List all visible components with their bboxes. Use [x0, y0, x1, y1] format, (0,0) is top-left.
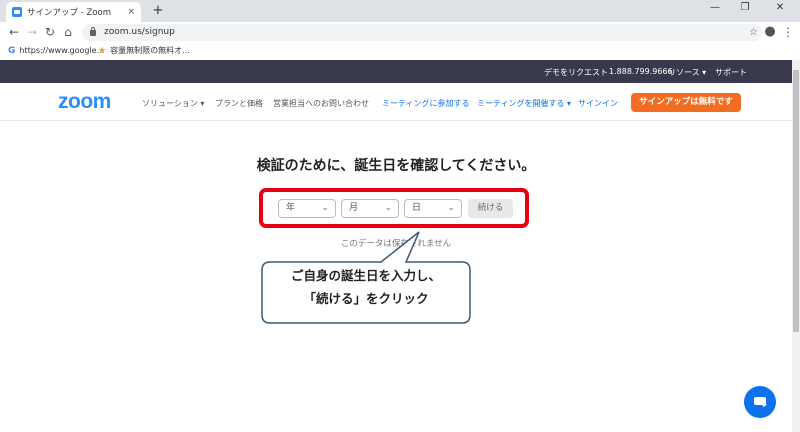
menu-dots-icon[interactable]: ⋮	[780, 24, 796, 40]
data-not-saved-note: このデータは保存されません	[340, 239, 452, 249]
url-text: zoom.us/signup	[104, 27, 175, 37]
callout-line-2: 「続ける」をクリック	[303, 291, 429, 306]
highlight-annotation-box	[259, 188, 529, 228]
zoom-top-bar: デモをリクエスト 1.888.799.9666 リソース ▾ サポート	[0, 60, 792, 83]
google-icon: G	[8, 46, 16, 56]
page-heading: 検証のために、誕生日を確認してください。	[256, 158, 536, 174]
callout-line-1: ご自身の誕生日を入力し、	[290, 268, 441, 283]
page-scrollbar[interactable]	[792, 60, 800, 432]
close-window-button[interactable]: ✕	[765, 2, 795, 13]
browser-toolbar: ← → ↻ ⌂ zoom.us/signup ☆ ● ⋮	[0, 22, 800, 42]
phone-number: 1.888.799.9666	[609, 67, 673, 76]
tab-title: サインアップ - Zoom	[27, 8, 111, 18]
support-link[interactable]: サポート	[715, 67, 747, 78]
request-demo-link[interactable]: デモをリクエスト	[544, 67, 608, 78]
maximize-button[interactable]: ❐	[730, 2, 760, 13]
back-arrow-icon[interactable]: ←	[6, 24, 22, 40]
signin-link[interactable]: サインイン	[578, 98, 618, 109]
lock-icon	[90, 26, 96, 36]
zoom-favicon-icon	[12, 7, 22, 17]
star-bookmark-icon: ★	[98, 46, 107, 56]
bookmark-label: https://www.google...	[19, 46, 105, 55]
account-icon[interactable]: ●	[762, 24, 778, 40]
reload-icon[interactable]: ↻	[42, 24, 58, 40]
zoom-logo[interactable]: zoom	[58, 90, 111, 114]
browser-tab[interactable]: サインアップ - Zoom ×	[6, 2, 141, 22]
bookmark-label: 容量無制限の無料オ...	[110, 46, 190, 55]
home-icon[interactable]: ⌂	[60, 24, 76, 40]
callout-text: ご自身の誕生日を入力し、 「続ける」をクリック	[262, 264, 470, 310]
bookmark-star-icon[interactable]: ☆	[749, 24, 758, 41]
forward-arrow-icon[interactable]: →	[24, 24, 40, 40]
address-bar[interactable]: zoom.us/signup ☆	[82, 24, 762, 41]
tab-bar: サインアップ - Zoom × + — ❐ ✕	[0, 0, 800, 22]
new-tab-button[interactable]: +	[150, 3, 166, 18]
zoom-main-nav: zoom ソリューション ▾ プランと価格 営業担当へのお問い合わせ ミーティン…	[0, 83, 792, 121]
bookmark-storage[interactable]: ★ 容量無制限の無料オ...	[98, 42, 190, 60]
contact-sales-link[interactable]: 営業担当へのお問い合わせ	[273, 98, 369, 109]
plans-pricing-link[interactable]: プランと価格	[215, 98, 263, 109]
scrollbar-thumb[interactable]	[793, 70, 799, 332]
resources-menu[interactable]: リソース ▾	[668, 67, 706, 78]
close-tab-icon[interactable]: ×	[127, 7, 135, 17]
chat-bubble-icon[interactable]	[744, 386, 776, 418]
join-meeting-link[interactable]: ミーティングに参加する	[382, 98, 470, 109]
bookmark-google[interactable]: G https://www.google...	[8, 42, 104, 60]
solutions-menu[interactable]: ソリューション ▾	[142, 98, 204, 109]
signup-free-button[interactable]: サインアップは無料です	[631, 93, 741, 112]
host-meeting-menu[interactable]: ミーティングを開催する ▾	[477, 98, 571, 109]
minimize-button[interactable]: —	[700, 2, 730, 13]
bookmarks-bar: G https://www.google... ★ 容量無制限の無料オ...	[0, 42, 800, 60]
